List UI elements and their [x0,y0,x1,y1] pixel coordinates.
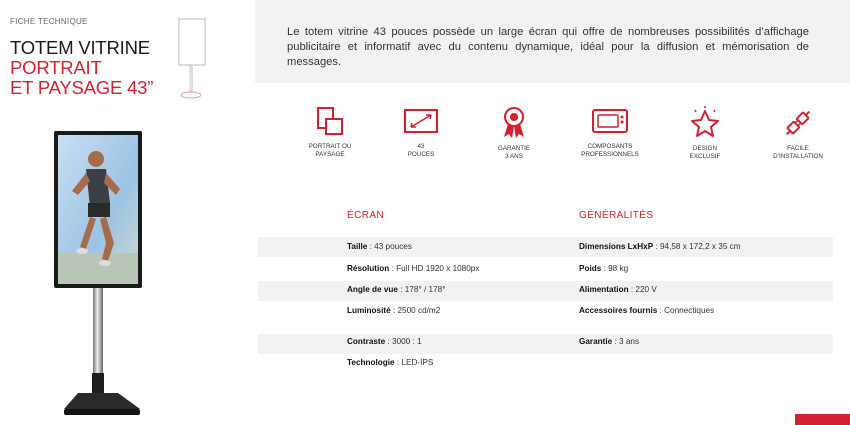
feature-design: DESIGN EXCLUSIF [665,105,745,161]
star-design-icon [691,106,719,137]
warranty-ribbon-icon [504,107,524,138]
feature-label-6b: D’INSTALLATION [773,153,823,160]
spec-label: Résolution [347,264,390,273]
spec-label: Angle de vue [347,285,398,294]
spec-value: 3000 : 1 [392,337,422,346]
feature-label-3a: GARANTIE [497,145,531,152]
plug-install-icon [785,110,811,136]
spec-label: Contraste [347,337,386,346]
spec-row: Taille : 43 pouces [347,242,412,251]
spec-label: Taille [347,242,368,251]
spec-band [258,281,833,301]
intro-text: Le totem vitrine 43 pouces possède un la… [287,26,809,68]
spec-row: Garantie : 3 ans [579,337,640,346]
title-line-1: TOTEM VITRINE [10,37,150,58]
spec-value: 220 V [635,285,657,294]
screen-size-icon [404,109,438,133]
spec-label: Poids [579,264,602,273]
spec-row: Poids : 98 kg [579,264,629,273]
feature-composants: COMPOSANTS PROFESSIONNELS [570,105,650,159]
rotate-screens-icon [317,107,343,135]
feature-portrait-paysage: PORTRAIT OU PAYSAGE [290,105,370,159]
spec-label: Luminosité [347,306,391,315]
feature-label-1b: PAYSAGE [315,151,345,158]
spec-row: Contraste : 3000 : 1 [347,337,422,346]
feature-43-pouces: 43 POUCES [381,105,461,159]
title-line-2: PORTRAIT [10,57,102,78]
spec-label: Alimentation [579,285,629,294]
feature-label-6a: FACILE [787,145,809,152]
spec-value: Connectiques [664,306,715,315]
spec-label: Dimensions LxHxP [579,242,654,251]
product-image [54,131,142,415]
spec-value: 178° / 178° [404,285,446,294]
feature-label-5a: DESIGN [692,145,718,152]
spec-row: Angle de vue : 178° / 178° [347,285,446,294]
feature-installation: FACILE D’INSTALLATION [758,105,838,161]
spec-row: Résolution : Full HD 1920 x 1080px [347,264,480,273]
spec-row: Accessoires fournis : Connectiques [579,306,715,315]
spec-row: Technologie : LED-IPS [347,358,434,367]
accent-bar [795,414,850,425]
page-title: TOTEM VITRINE PORTRAIT ET PAYSAGE 43” [10,38,153,98]
spec-value: 2500 cd/m2 [397,306,441,315]
spec-row: Dimensions LxHxP : 94,58 x 172,2 x 35 cm [579,242,741,251]
feature-label-2a: 43 [417,143,425,150]
spec-label: Accessoires fournis [579,306,658,315]
spec-row: Luminosité : 2500 cd/m2 [347,306,441,315]
feature-label-4a: COMPOSANTS [587,143,633,150]
spec-label: Garantie [579,337,613,346]
spec-value: 98 kg [608,264,629,273]
spec-label: Technologie [347,358,395,367]
spec-row: Alimentation : 220 V [579,285,657,294]
title-line-3: ET PAYSAGE 43” [10,77,154,98]
section-title-ecran: ÉCRAN [347,210,385,221]
spec-value: Full HD 1920 x 1080px [396,264,480,273]
spec-value: 3 ans [619,337,640,346]
feature-label-4b: PROFESSIONNELS [581,151,639,158]
spec-value: LED-IPS [401,358,434,367]
section-title-generalites: GÉNÉRALITÉS [579,210,654,221]
eyebrow-label: FICHE TECHNIQUE [10,17,88,26]
spec-band [258,334,833,354]
intro-box: Le totem vitrine 43 pouces possède un la… [255,0,850,83]
feature-label-5b: EXCLUSIF [689,153,721,160]
feature-label-1a: PORTRAIT OU [308,143,352,150]
feature-label-2b: POUCES [407,151,435,158]
feature-garantie: GARANTIE 3 ANS [474,105,554,161]
pro-components-icon [592,109,628,133]
totem-outline-icon [178,18,206,99]
feature-label-3b: 3 ANS [505,153,523,160]
spec-value: 94,58 x 172,2 x 35 cm [660,242,741,251]
spec-band [258,237,833,257]
spec-value: 43 pouces [374,242,412,251]
